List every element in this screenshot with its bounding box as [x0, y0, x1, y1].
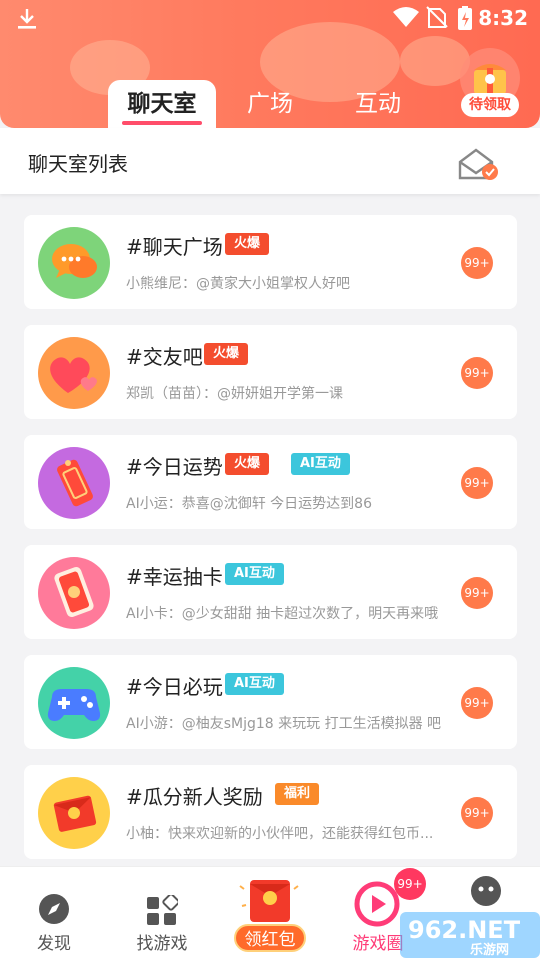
download-icon [18, 9, 36, 29]
status-time: 8:32 [478, 6, 528, 30]
hot-tag: 火爆 [225, 453, 270, 475]
unread-badge: 99+ [461, 687, 493, 719]
status-bar: 8:32 [0, 0, 540, 36]
chatroom-name: #今日运势 [126, 455, 223, 479]
robot-face-icon [471, 876, 501, 906]
ai-interact-tag: AI互动 [225, 673, 284, 695]
svg-text:962.NET: 962.NET [408, 916, 521, 944]
ai-interact-tag: AI互动 [291, 453, 350, 475]
chatroom-name: #幸运抽卡 [126, 565, 223, 589]
hearts-icon [38, 337, 110, 409]
wifi-icon [393, 7, 419, 27]
red-packet-label: 领红包 [234, 924, 306, 952]
tab-bar: 聊天室 广场 互动 [0, 80, 540, 128]
unread-badge: 99+ [461, 247, 493, 279]
chat-bubbles-icon [38, 227, 110, 299]
chatroom-card[interactable]: #幸运抽卡 AI互动 AI小卡：@少女甜甜 抽卡超过次数了，明天再来哦 99+ [24, 545, 517, 639]
tab-chatroom[interactable]: 聊天室 [108, 80, 216, 128]
chatroom-card[interactable]: #今日运势 火爆 AI互动 AI小运：恭喜@沈御轩 今日运势达到86 99+ [24, 435, 517, 529]
chatroom-last-message: AI小游：@柚友sMjg18 来玩玩 打工生活模拟器 吧 [126, 716, 442, 732]
chatroom-name: #交友吧 [126, 345, 203, 369]
chatroom-last-message: 小熊维尼：@黄家大小姐掌权人好吧 [126, 276, 350, 292]
tab-interact[interactable]: 互动 [328, 80, 428, 128]
nav-red-packet[interactable]: 领红包 [234, 876, 306, 956]
chatroom-name: #今日必玩 [126, 675, 223, 699]
grid-icon [147, 895, 178, 925]
chatroom-last-message: AI小运：恭喜@沈御轩 今日运势达到86 [126, 496, 372, 512]
compass-icon [39, 894, 69, 924]
section-title: 聊天室列表 [28, 152, 128, 176]
chatroom-card[interactable]: #瓜分新人奖励 福利 小柚：快来欢迎新的小伙伴吧，还能获得红包币... 99+ [24, 765, 517, 859]
play-circle-icon [354, 881, 400, 927]
chatroom-card[interactable]: #交友吧 火爆 郑凯（苗苗）：@妍妍姐开学第一课 99+ [24, 325, 517, 419]
header: 8:32 聊天室 广场 互动 [0, 0, 540, 128]
nav-label: 找游戏 [136, 934, 188, 954]
unread-badge: 99+ [461, 797, 493, 829]
tab-square[interactable]: 广场 [220, 80, 320, 128]
game-circle-badge: 99+ [394, 868, 426, 900]
unread-badge: 99+ [461, 577, 493, 609]
gamepad-icon [38, 667, 110, 739]
chatroom-name: #瓜分新人奖励 [126, 785, 263, 809]
ai-interact-tag: AI互动 [225, 563, 284, 585]
tab-label: 聊天室 [127, 91, 197, 117]
chatroom-card[interactable]: #聊天广场 火爆 小熊维尼：@黄家大小姐掌权人好吧 99+ [24, 215, 517, 309]
hot-tag: 火爆 [225, 233, 270, 255]
red-envelope-icon [239, 880, 299, 922]
chatroom-last-message: 郑凯（苗苗）：@妍妍姐开学第一课 [126, 386, 343, 402]
chatroom-card[interactable]: #今日必玩 AI互动 AI小游：@柚友sMjg18 来玩玩 打工生活模拟器 吧 … [24, 655, 517, 749]
red-envelope-icon [38, 777, 110, 849]
unread-badge: 99+ [461, 467, 493, 499]
lucky-card-icon [38, 557, 110, 629]
chatroom-last-message: AI小卡：@少女甜甜 抽卡超过次数了，明天再来哦 [126, 606, 439, 622]
unread-badge: 99+ [461, 357, 493, 389]
chatroom-last-message: 小柚：快来欢迎新的小伙伴吧，还能获得红包币... [126, 826, 434, 842]
nav-discover[interactable]: 发现 [0, 867, 108, 960]
nav-label: 发现 [37, 934, 71, 954]
chatroom-name: #聊天广场 [126, 235, 223, 259]
mail-read-icon[interactable] [456, 144, 502, 184]
site-watermark: 962.NET 乐游网 [400, 906, 540, 960]
svg-text:乐游网: 乐游网 [470, 942, 509, 958]
fortune-tag-icon [38, 447, 110, 519]
gift-pending-badge[interactable]: 待领取 [461, 93, 519, 117]
battery-icon [458, 6, 472, 30]
chatroom-list-header: 聊天室列表 [0, 128, 540, 194]
nav-find-games[interactable]: 找游戏 [108, 867, 216, 960]
watermark-logo: 962.NET 乐游网 [400, 912, 540, 958]
welfare-tag: 福利 [275, 783, 320, 805]
hot-tag: 火爆 [204, 343, 249, 365]
tab-underline [122, 121, 202, 125]
no-sim-icon [426, 6, 448, 28]
